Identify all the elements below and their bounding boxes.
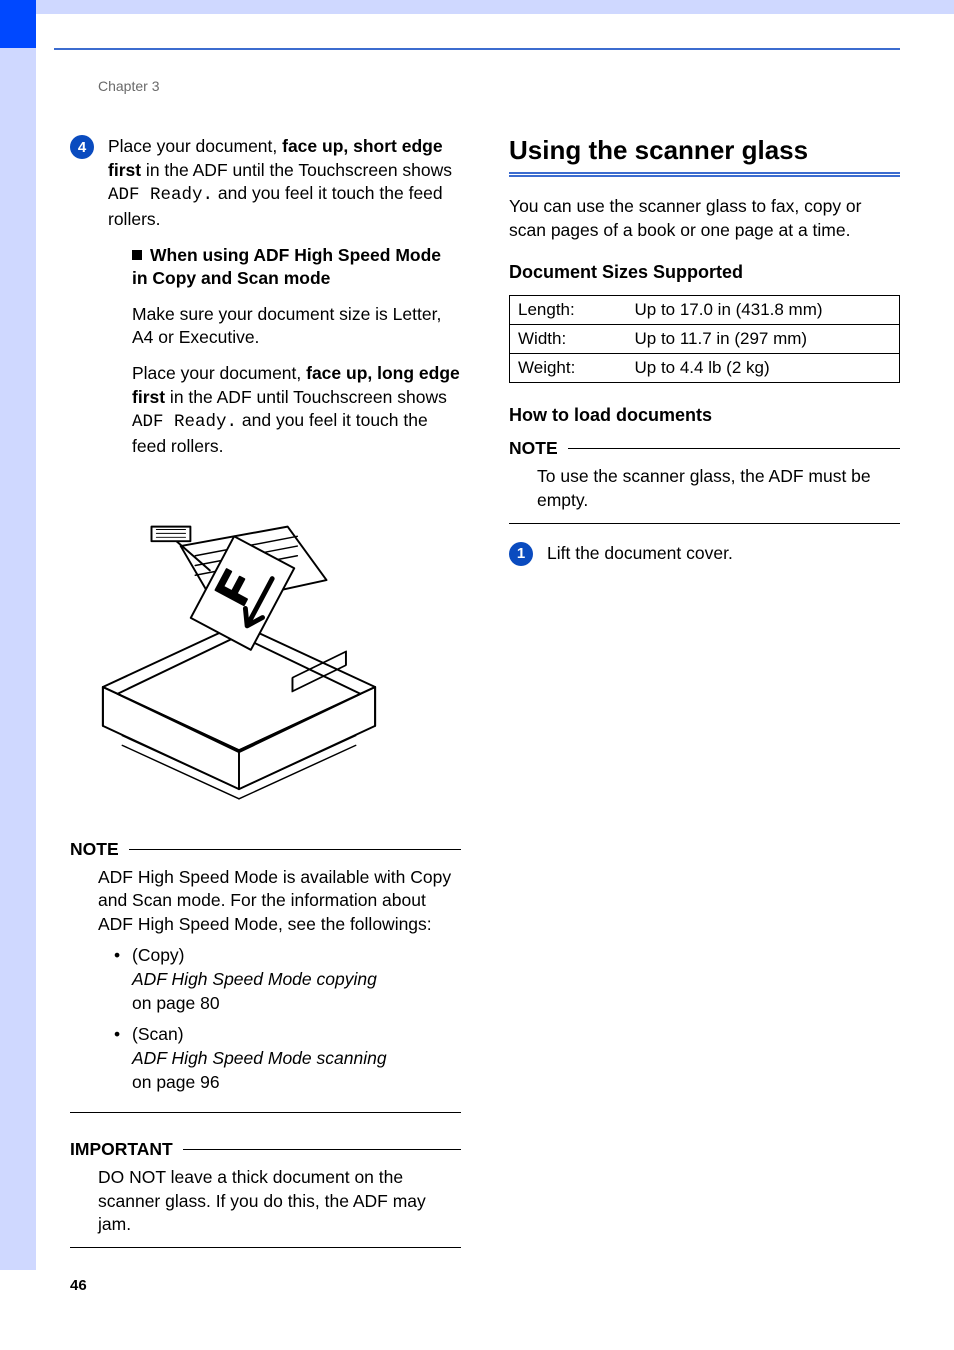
step-1: 1 Lift the document cover. <box>509 542 900 578</box>
step-1-bullet: 1 <box>509 542 533 566</box>
howto-heading: How to load documents <box>509 405 900 426</box>
square-bullet-icon <box>132 250 142 260</box>
note-rule <box>129 849 461 850</box>
note-list: (Copy) ADF High Speed Mode copying on pa… <box>98 944 461 1094</box>
left-band-deep <box>0 0 36 48</box>
header-band <box>0 0 954 14</box>
note-body: ADF High Speed Mode is available with Co… <box>70 860 461 1113</box>
columns: 4 Place your document, face up, short ed… <box>70 135 900 1248</box>
note-title: NOTE <box>70 839 119 860</box>
specs-table: Length:Up to 17.0 in (431.8 mm) Width:Up… <box>509 295 900 383</box>
important-title: IMPORTANT <box>70 1139 173 1160</box>
step-4-sub-p2: Place your document, face up, long edge … <box>132 362 461 459</box>
step-4-subheading: When using ADF High Speed Mode in Copy a… <box>132 244 461 291</box>
step-4-bullet: 4 <box>70 135 94 159</box>
step-1-body: Lift the document cover. <box>547 542 733 578</box>
note-block-left: NOTE ADF High Speed Mode is available wi… <box>70 839 461 1114</box>
step-4: 4 Place your document, face up, short ed… <box>70 135 461 471</box>
list-item: (Scan) ADF High Speed Mode scanning on p… <box>114 1023 461 1094</box>
note-footer-rule <box>70 1112 461 1113</box>
important-block: IMPORTANT DO NOT leave a thick document … <box>70 1139 461 1248</box>
step-1-text: Lift the document cover. <box>547 542 733 566</box>
step-4-text: Place your document, face up, short edge… <box>108 135 461 232</box>
page-number: 46 <box>70 1277 87 1294</box>
section-rule <box>509 172 900 177</box>
top-rule <box>54 48 900 50</box>
chapter-label: Chapter 3 <box>98 78 159 94</box>
step-4-sub-p1: Make sure your document size is Letter, … <box>132 303 461 350</box>
left-column: 4 Place your document, face up, short ed… <box>70 135 461 1248</box>
step-4-body: Place your document, face up, short edge… <box>108 135 461 471</box>
note-heading: NOTE <box>70 839 461 860</box>
section-intro: You can use the scanner glass to fax, co… <box>509 195 900 242</box>
important-rule <box>183 1149 461 1150</box>
left-band <box>0 0 36 1270</box>
section-heading: Using the scanner glass <box>509 135 900 166</box>
note-heading-right: NOTE <box>509 438 900 459</box>
table-row: Width:Up to 11.7 in (297 mm) <box>510 325 900 354</box>
printer-icon: F <box>64 493 414 813</box>
table-row: Length:Up to 17.0 in (431.8 mm) <box>510 296 900 325</box>
note-body-right: To use the scanner glass, the ADF must b… <box>509 459 900 522</box>
important-heading: IMPORTANT <box>70 1139 461 1160</box>
specs-heading: Document Sizes Supported <box>509 262 900 283</box>
important-body: DO NOT leave a thick document on the sca… <box>70 1160 461 1247</box>
note-text: ADF High Speed Mode is available with Co… <box>98 866 461 937</box>
important-footer-rule <box>70 1247 461 1248</box>
note-block-right: NOTE To use the scanner glass, the ADF m… <box>509 438 900 523</box>
note-title-right: NOTE <box>509 438 558 459</box>
table-row: Weight:Up to 4.4 lb (2 kg) <box>510 354 900 383</box>
list-item: (Copy) ADF High Speed Mode copying on pa… <box>114 944 461 1015</box>
printer-adf-illustration: F <box>64 493 414 813</box>
right-column: Using the scanner glass You can use the … <box>509 135 900 1248</box>
page: Chapter 3 4 Place your document, face up… <box>0 0 954 1350</box>
note-footer-rule-right <box>509 523 900 524</box>
note-rule-right <box>568 448 900 449</box>
content: 4 Place your document, face up, short ed… <box>70 135 900 1250</box>
